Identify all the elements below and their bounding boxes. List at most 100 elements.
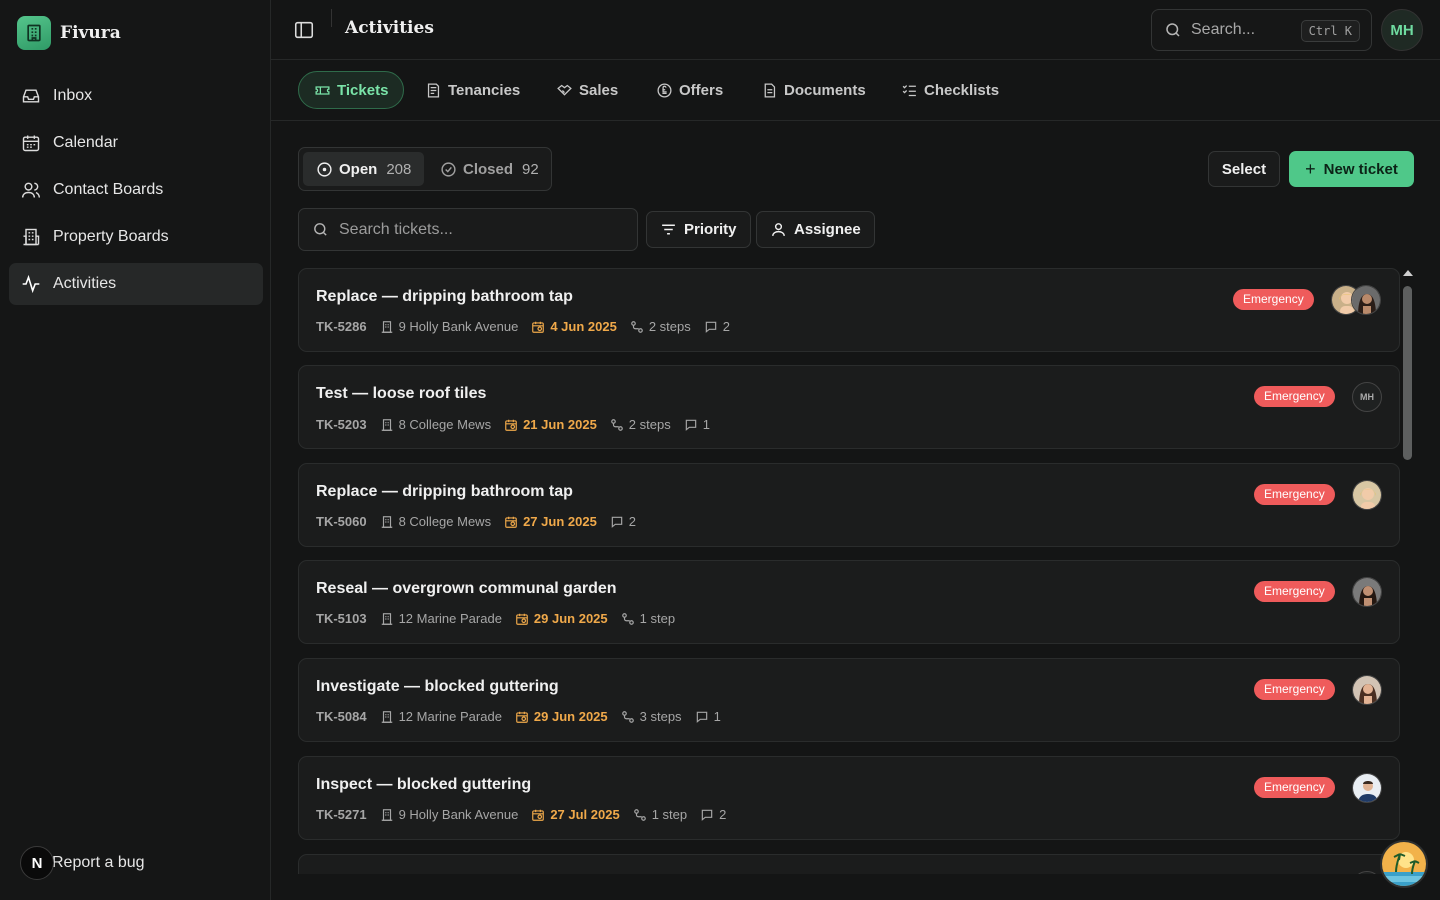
calendar-icon [22,135,40,152]
tab-offers[interactable]: Offers [641,71,738,109]
priority-badge: Emergency [1254,581,1335,602]
new-ticket-label: New ticket [1323,160,1398,178]
assistant-avatar[interactable] [1380,840,1428,888]
ticket-comments: 2 [722,319,730,334]
user-icon [772,223,785,236]
activity-icon [22,274,40,294]
report-bug-link[interactable]: N Report a bug [20,845,145,881]
priority-label: Priority [684,221,737,238]
sidebar-item-activities[interactable]: Activities [9,263,263,305]
plus-icon: + [1305,158,1316,179]
ticket-steps: 1 step [639,611,676,626]
ticket-id: TK-5060 [316,514,367,529]
sidebar-item-property-boards[interactable]: Property Boards [9,216,263,258]
search-icon [314,223,327,236]
sidebar-toggle-icon[interactable] [293,19,315,41]
sidebar-item-contact-boards[interactable]: Contact Boards [9,169,263,211]
ticket-title: Test — loose roof tiles [316,385,487,402]
brand[interactable]: Fivura [17,16,121,50]
open-label: Open [339,160,378,178]
ticket-search-input[interactable]: Search tickets... [298,208,638,251]
comment-icon [705,321,716,333]
building-icon [381,320,392,333]
tab-checklists[interactable]: Checklists [886,71,1014,109]
building-icon [381,710,392,723]
tab-label: Tenancies [448,81,521,99]
ticket-due-date: 21 Jun 2025 [523,417,597,432]
ticket-property: 8 College Mews [398,417,492,432]
ticket-card[interactable]: Inspect — blocked guttering TK-5271 9 Ho… [298,756,1400,840]
ticket-search-placeholder: Search tickets... [339,220,453,238]
sidebar-item-calendar[interactable]: Calendar [9,122,263,164]
closed-label: Closed [463,160,514,178]
header-divider [331,9,332,27]
ticket-meta: TK-5271 9 Holly Bank Avenue 27 Jul 2025 … [316,807,739,822]
checklist-icon [902,84,916,96]
ticket-icon [315,85,330,95]
ticket-property: 9 Holly Bank Avenue [398,807,519,822]
ticket-comments: 2 [719,807,727,822]
user-avatar[interactable]: MH [1381,9,1423,51]
scrollbar-thumb[interactable] [1403,286,1412,460]
steps-icon [621,612,634,625]
tab-tickets[interactable]: Tickets [298,71,405,109]
sidebar-item-label: Contact Boards [53,181,164,198]
ticket-card[interactable]: Investigate — blocked guttering TK-5084 … [298,658,1400,742]
inbox-icon [22,89,40,103]
ticket-steps: 2 steps [648,319,691,334]
ticket-title: Replace — dripping bathroom tap [316,288,573,305]
sidebar-item-inbox[interactable]: Inbox [9,75,263,117]
ticket-meta: TK-5060 8 College Mews 27 Jun 2025 2 [316,514,649,529]
ticket-due-date: 27 Jul 2025 [550,807,620,822]
ticket-meta: TK-5084 12 Marine Parade 29 Jun 2025 3 s… [316,709,734,724]
tab-label: Documents [784,81,866,99]
tab-label: Checklists [924,81,1000,99]
ticket-card[interactable]: Replace — dripping bathroom tap TK-5286 … [298,268,1400,352]
priority-filter-button[interactable]: Priority [646,211,751,248]
ticket-card[interactable]: Reseal — overgrown communal garden TK-51… [298,560,1400,644]
ticket-card[interactable]: Replace — dripping bathroom tap TK-5060 … [298,463,1400,547]
assignee-filter-button[interactable]: Assignee [756,211,875,248]
assignee-avatar [1352,871,1382,874]
fivura-logo-icon [17,16,51,50]
handshake-icon [557,84,572,96]
sidebar-item-label: Calendar [53,134,118,151]
assignee-avatar [1352,675,1382,705]
open-filter-button[interactable]: Open 208 [303,152,425,186]
tab-tenancies[interactable]: Tenancies [410,71,535,109]
ticket-steps: 1 step [651,807,688,822]
priority-badge: Emergency [1254,777,1335,798]
search-placeholder: Search... [1191,21,1256,38]
sidebar-item-label: Activities [53,275,117,292]
scroll-up-arrow-icon[interactable] [1403,270,1413,276]
new-ticket-button[interactable]: + New ticket [1289,151,1414,187]
sidebar-item-label: Property Boards [53,228,169,245]
select-button[interactable]: Select [1208,151,1280,187]
assignee-avatar [1352,577,1382,607]
ticket-meta: TK-5203 8 College Mews 21 Jun 2025 2 ste… [316,417,723,432]
ticket-property: 12 Marine Parade [398,709,502,724]
ticket-id: TK-5286 [316,319,367,334]
ticket-title: Inspect — blocked guttering [316,776,532,793]
ticket-steps: 2 steps [628,417,671,432]
priority-badge: Emergency [1254,679,1335,700]
global-search-input[interactable]: Search... Ctrl K [1151,9,1372,51]
ticket-card[interactable] [298,854,1400,874]
closed-filter-button[interactable]: Closed 92 [427,152,552,186]
ticket-card[interactable]: Test — loose roof tiles TK-5203 8 Colleg… [298,365,1400,449]
status-toggle: Open 208 Closed 92 [298,147,552,191]
comment-icon [611,516,623,528]
tab-sales[interactable]: Sales [541,71,633,109]
tab-documents[interactable]: Documents [746,71,881,109]
ticket-list: Replace — dripping bathroom tap TK-5286 … [298,268,1400,874]
ticket-id: TK-5271 [316,807,367,822]
ticket-property: 12 Marine Parade [398,611,502,626]
tabs-bar: Tickets Tenancies Sales Offers Documents… [271,61,1440,121]
search-shortcut: Ctrl K [1300,20,1360,42]
tab-label: Tickets [337,81,389,99]
assignee-avatar: MH [1352,382,1382,412]
ticket-title: Replace — dripping bathroom tap [316,483,573,500]
list-scrollbar[interactable] [1402,270,1413,874]
assignee-label: Assignee [794,221,861,238]
circle-dot-icon [317,161,332,177]
